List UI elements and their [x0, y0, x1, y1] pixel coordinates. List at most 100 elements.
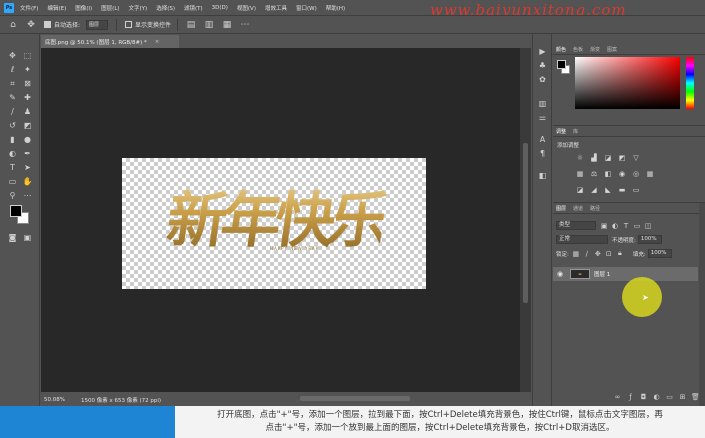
move-tool-icon[interactable]: ✥: [7, 50, 18, 61]
more-options-icon[interactable]: ⋯: [240, 20, 250, 30]
hand-tool-icon[interactable]: ✋: [22, 176, 33, 187]
zoom-tool-icon[interactable]: ⚲: [7, 190, 18, 201]
tab-libraries[interactable]: 库: [573, 128, 578, 135]
curves-icon[interactable]: ◪: [603, 154, 613, 163]
hue-saturation-icon[interactable]: ▦: [575, 170, 585, 179]
menu-file[interactable]: 文件(F): [20, 4, 38, 12]
brush-settings-icon[interactable]: ✿: [537, 74, 548, 85]
invert-icon[interactable]: ◪: [575, 186, 585, 195]
layer-filter-dropdown[interactable]: 类型: [556, 221, 596, 230]
show-transform-checkbox[interactable]: [125, 21, 133, 28]
panel-scrollbar[interactable]: [699, 203, 705, 407]
shapes-icon[interactable]: ♣: [537, 60, 548, 71]
vertical-scrollbar[interactable]: [520, 48, 531, 392]
character-icon[interactable]: A: [537, 134, 548, 145]
scroll-thumb[interactable]: [523, 143, 528, 303]
pen-tool-icon[interactable]: ✒: [22, 148, 33, 159]
type-tool-icon[interactable]: T: [7, 162, 18, 173]
filter-adjust-icon[interactable]: ◐: [611, 222, 619, 230]
paragraph-icon[interactable]: ¶: [537, 148, 548, 159]
tab-patterns[interactable]: 图案: [607, 46, 617, 53]
tab-paths[interactable]: 路径: [590, 205, 600, 212]
menu-window[interactable]: 窗口(W): [296, 4, 317, 12]
color-lookup-icon[interactable]: ▦: [645, 170, 655, 179]
filter-pixel-icon[interactable]: ▣: [600, 222, 608, 230]
tab-gradients[interactable]: 渐变: [590, 46, 600, 53]
screen-mode-icon[interactable]: ▣: [22, 232, 33, 243]
play-icon[interactable]: ▶: [537, 46, 548, 57]
align-center-icon[interactable]: ▥: [204, 20, 214, 30]
menu-help[interactable]: 帮助(H): [326, 4, 345, 12]
history-brush-icon[interactable]: ↺: [7, 120, 18, 131]
path-select-icon[interactable]: ➤: [22, 162, 33, 173]
tab-swatches[interactable]: 色板: [573, 46, 583, 53]
filter-smart-icon[interactable]: ◫: [644, 222, 652, 230]
black-white-icon[interactable]: ◧: [603, 170, 613, 179]
tab-adjustments[interactable]: 调整: [556, 128, 566, 135]
menu-edit[interactable]: 编辑(E): [47, 4, 66, 12]
lock-position-icon[interactable]: ✥: [594, 250, 602, 258]
foreground-color-swatch[interactable]: [557, 60, 566, 69]
blend-mode-dropdown[interactable]: 正常: [556, 235, 608, 244]
gradient-tool-icon[interactable]: ▮: [7, 134, 18, 145]
filter-shape-icon[interactable]: ▭: [633, 222, 641, 230]
tab-color[interactable]: 颜色: [556, 46, 566, 53]
horizontal-scrollbar[interactable]: [300, 396, 410, 401]
auto-select-checkbox[interactable]: [44, 21, 51, 28]
posterize-icon[interactable]: ◢: [589, 186, 599, 195]
home-icon[interactable]: ⌂: [8, 20, 18, 30]
lock-artboard-icon[interactable]: ⊡: [605, 250, 613, 258]
tab-layers[interactable]: 图层: [556, 205, 566, 212]
dodge-tool-icon[interactable]: ◐: [7, 148, 18, 159]
healing-brush-icon[interactable]: ✚: [22, 92, 33, 103]
new-adjustment-icon[interactable]: ◐: [652, 393, 661, 401]
color-balance-icon[interactable]: ⚖: [589, 170, 599, 179]
glyphs-icon[interactable]: ◧: [537, 170, 548, 181]
new-layer-icon[interactable]: ⊞: [678, 393, 687, 401]
document-tab[interactable]: 底图.png @ 50.1% (图层 1, RGB/8#) * ×: [41, 35, 179, 48]
crop-tool-icon[interactable]: ⌗: [7, 78, 18, 89]
visibility-eye-icon[interactable]: ◉: [557, 270, 566, 278]
menu-layer[interactable]: 图层(L): [101, 4, 119, 12]
lock-pixels-icon[interactable]: ▦: [572, 250, 580, 258]
brush-tool-icon[interactable]: ∕: [7, 106, 18, 117]
menu-filter[interactable]: 滤镜(T): [184, 4, 203, 12]
lock-paint-icon[interactable]: ∕: [583, 250, 591, 258]
magic-wand-icon[interactable]: ✦: [22, 64, 33, 75]
threshold-icon[interactable]: ◣: [603, 186, 613, 195]
color-picker-field[interactable]: [575, 57, 680, 109]
foreground-color-swatch[interactable]: [10, 205, 22, 217]
image-canvas[interactable]: 新年快乐 HAPPY NEW YEAR: [122, 158, 426, 289]
shape-tool-icon[interactable]: ▭: [7, 176, 18, 187]
menu-type[interactable]: 文字(Y): [129, 4, 148, 12]
layer-row[interactable]: ◉ ▬ 图层 1: [553, 267, 698, 281]
selective-color-icon[interactable]: ▭: [631, 186, 641, 195]
close-icon[interactable]: ×: [155, 39, 160, 45]
hue-slider[interactable]: [686, 57, 694, 109]
more-tools-icon[interactable]: ⋯: [22, 190, 33, 201]
align-left-icon[interactable]: ▤: [186, 20, 196, 30]
eyedropper-icon[interactable]: ✎: [7, 92, 18, 103]
menu-3d[interactable]: 3D(D): [212, 5, 228, 11]
link-layers-icon[interactable]: ∞: [613, 393, 622, 401]
move-tool-icon[interactable]: ✥: [26, 20, 36, 30]
opacity-field[interactable]: 100%: [637, 235, 662, 244]
menu-select[interactable]: 选择(S): [156, 4, 175, 12]
vibrance-icon[interactable]: ▽: [631, 154, 641, 163]
menu-plugins[interactable]: 增效工具: [265, 4, 287, 12]
filter-type-icon[interactable]: T: [622, 222, 630, 230]
delete-layer-icon[interactable]: 🗑︎: [691, 393, 700, 401]
lasso-tool-icon[interactable]: ℓ: [7, 64, 18, 75]
blur-tool-icon[interactable]: ●: [22, 134, 33, 145]
stamp-tool-icon[interactable]: ♟: [22, 106, 33, 117]
photo-filter-icon[interactable]: ◉: [617, 170, 627, 179]
fx-icon[interactable]: ƒ: [626, 393, 635, 401]
add-mask-icon[interactable]: ◘: [639, 393, 648, 401]
quick-mask-icon[interactable]: ◙: [7, 232, 18, 243]
menu-image[interactable]: 图像(I): [75, 4, 92, 12]
properties-icon[interactable]: ⚌: [537, 112, 548, 123]
fill-field[interactable]: 100%: [647, 249, 672, 258]
channel-mixer-icon[interactable]: ◎: [631, 170, 641, 179]
history-icon[interactable]: ▥: [537, 98, 548, 109]
tab-channels[interactable]: 通道: [573, 205, 583, 212]
